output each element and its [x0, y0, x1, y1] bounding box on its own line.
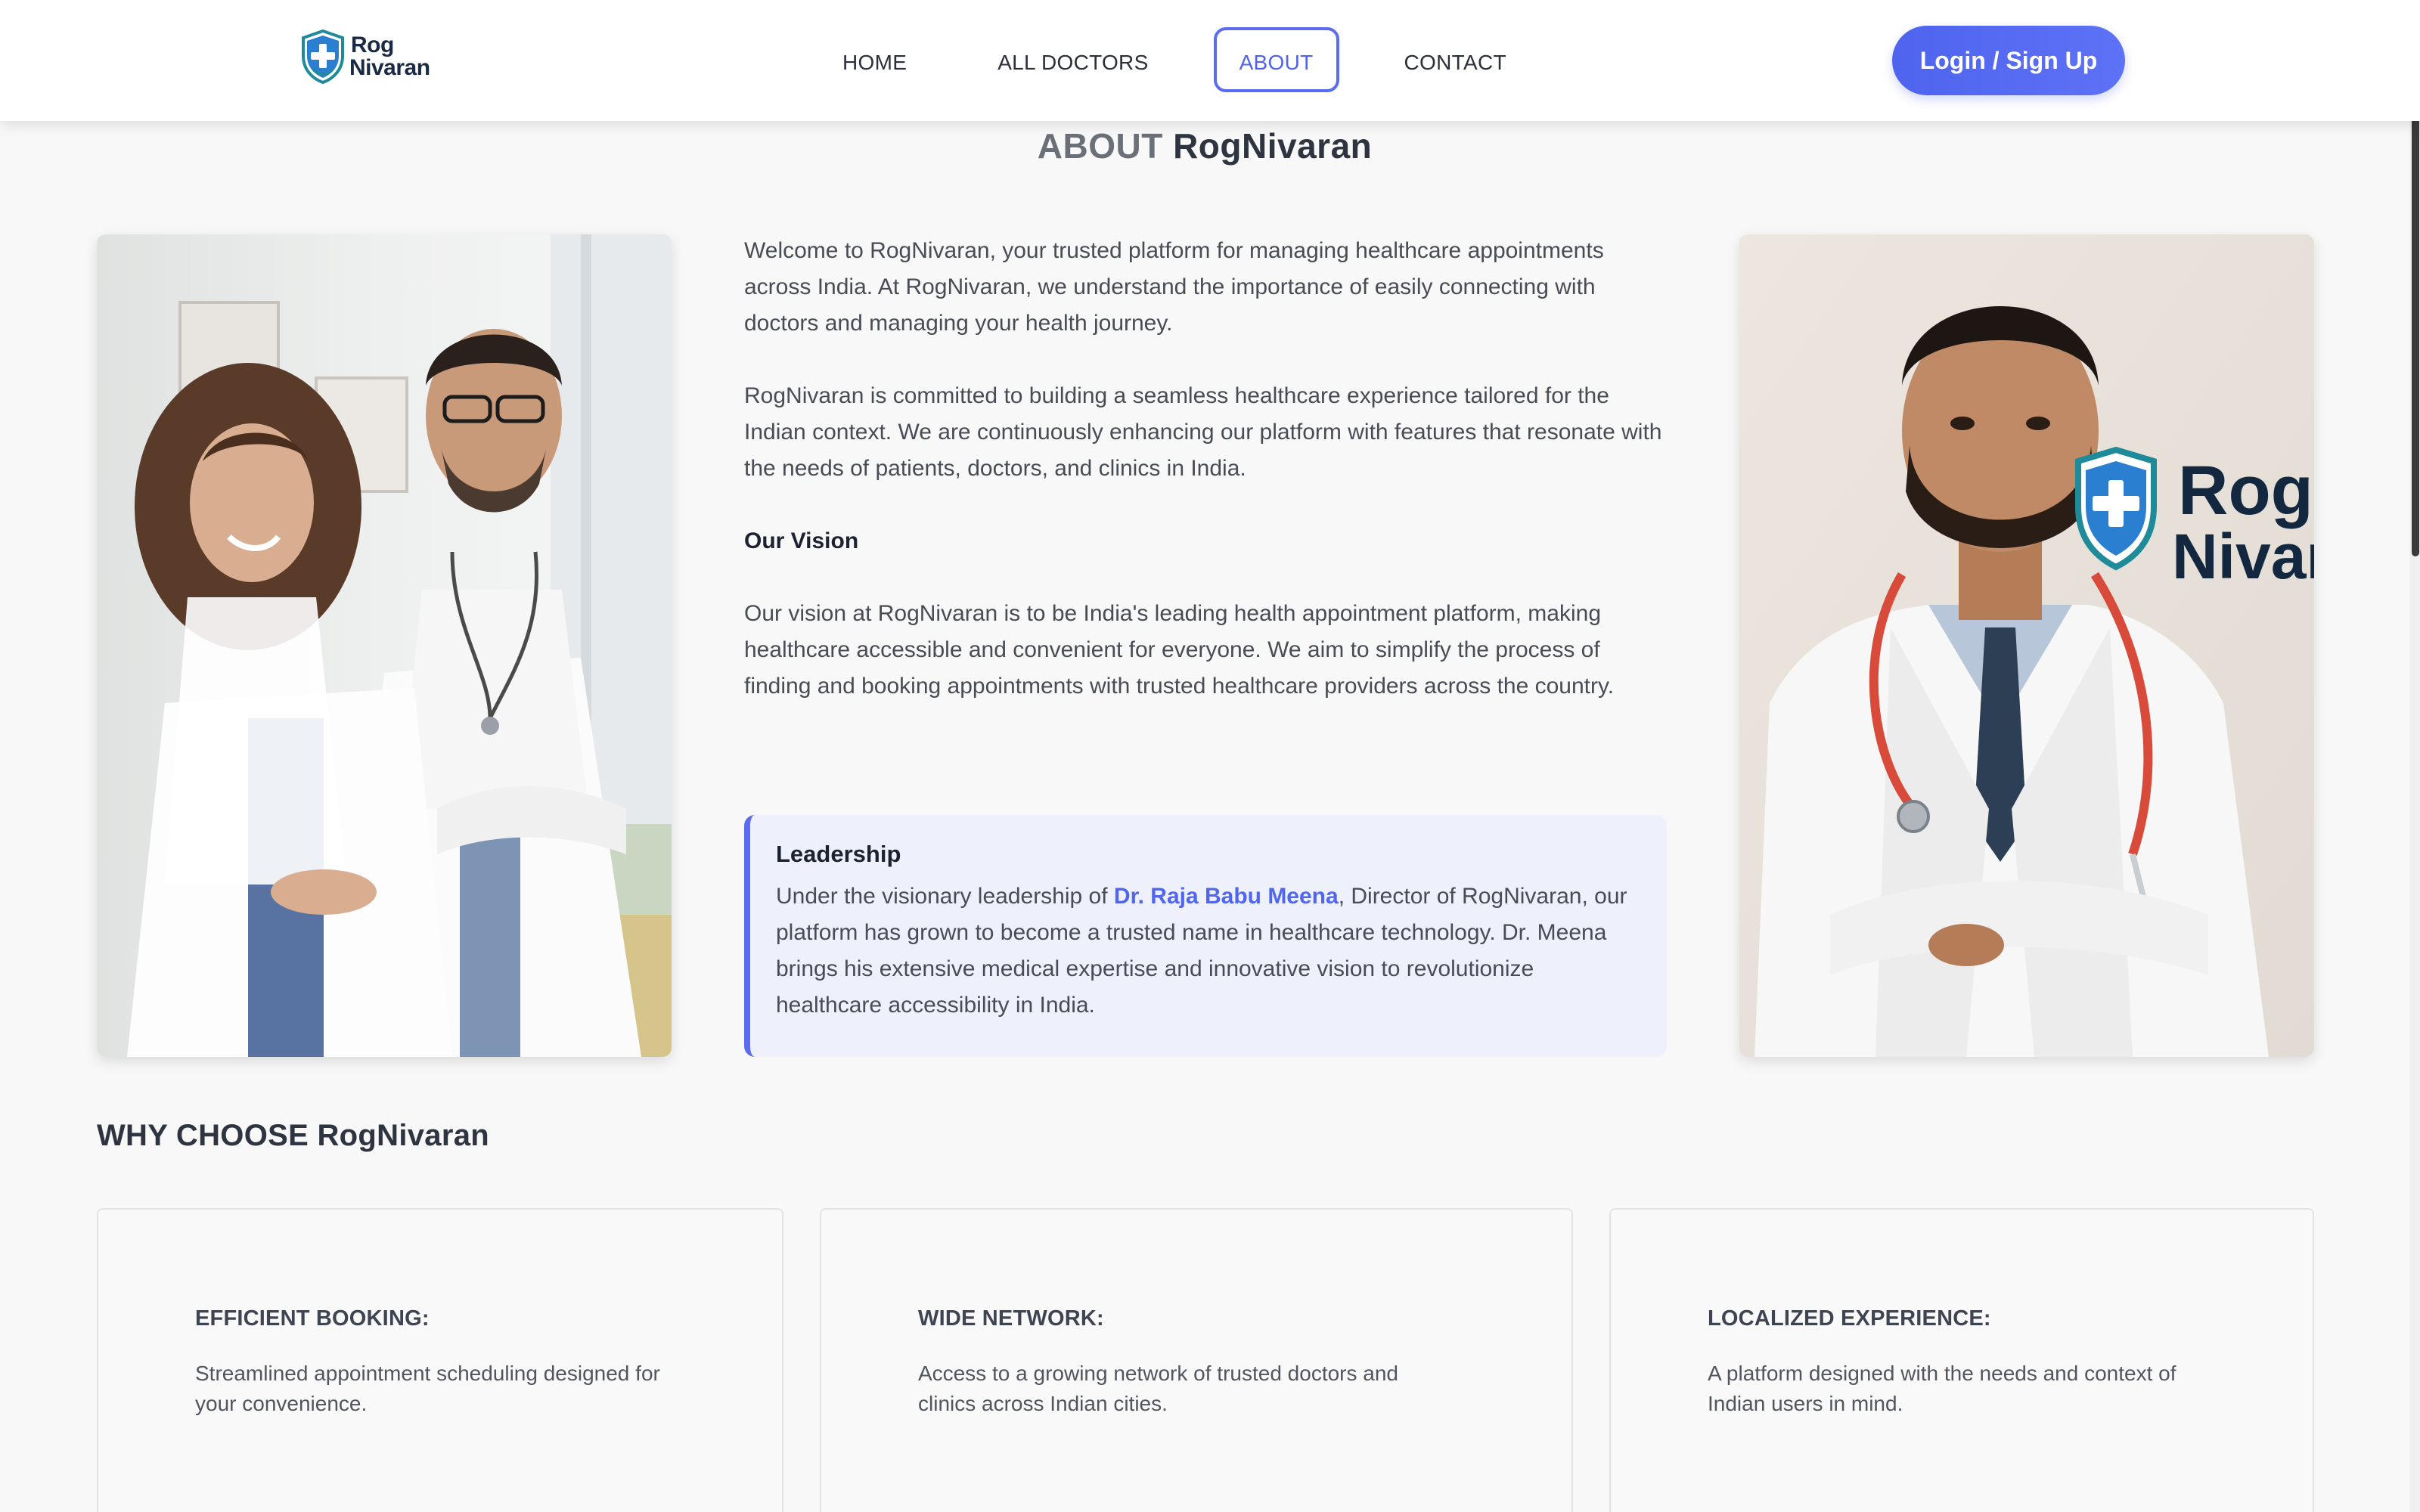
doctors-team-photo [97, 234, 672, 1057]
about-title-brand: RogNivaran [1173, 126, 1373, 166]
main-nav: HOME ALL DOCTORS ABOUT CONTACT [817, 27, 1571, 92]
feature-card-text: Access to a growing network of trusted d… [918, 1362, 1398, 1415]
leadership-box: Leadership Under the visionary leadershi… [744, 815, 1667, 1057]
nav-home[interactable]: HOME [817, 27, 932, 92]
feature-card-efficient-booking[interactable]: EFFICIENT BOOKING: Streamlined appointme… [97, 1208, 783, 1512]
vision-heading: Our Vision [744, 528, 859, 553]
navbar: Rog Nivaran HOME ALL DOCTORS ABOUT CONTA… [0, 0, 2420, 121]
shield-cross-icon [302, 29, 344, 85]
leadership-text: Under the visionary leadership of Dr. Ra… [776, 878, 1637, 1024]
about-intro-paragraph: Welcome to RogNivaran, your trusted plat… [744, 238, 1604, 336]
brand-name-line2: Nivaran [349, 55, 430, 80]
leader-name: Dr. Raja Babu Meena [1113, 884, 1339, 909]
brand-name-line1: Rog [351, 33, 394, 57]
feature-card-text: A platform designed with the needs and c… [1708, 1362, 2176, 1415]
about-title-prefix: ABOUT [1037, 126, 1163, 166]
director-photo: Rog Nivarar [1739, 234, 2314, 1057]
leadership-heading: Leadership [776, 841, 901, 867]
why-choose-title: WHY CHOOSE RogNivaran [97, 1119, 489, 1153]
feature-card-text: Streamlined appointment scheduling desig… [195, 1362, 660, 1415]
feature-card-localized-experience[interactable]: LOCALIZED EXPERIENCE: A platform designe… [1609, 1208, 2314, 1512]
svg-text:Nivarar: Nivarar [2172, 521, 2314, 592]
feature-card-title: LOCALIZED EXPERIENCE: [1708, 1306, 1991, 1331]
leadership-text-before: Under the visionary leadership of [776, 884, 1114, 909]
brand-logo[interactable]: Rog Nivaran [299, 29, 430, 85]
vision-paragraph: Our vision at RogNivaran is to be India'… [744, 601, 1615, 699]
svg-text:Rog: Rog [2178, 452, 2313, 529]
feature-card-wide-network[interactable]: WIDE NETWORK: Access to a growing networ… [820, 1208, 1573, 1512]
nav-about[interactable]: ABOUT [1213, 27, 1339, 92]
nav-all-doctors[interactable]: ALL DOCTORS [972, 27, 1174, 92]
feature-card-title: WIDE NETWORK: [918, 1306, 1104, 1331]
login-signup-button[interactable]: Login / Sign Up [1892, 26, 2125, 95]
feature-card-title: EFFICIENT BOOKING: [195, 1306, 430, 1331]
why-title-prefix: WHY CHOOSE [97, 1119, 309, 1152]
about-commitment-paragraph: RogNivaran is committed to building a se… [744, 383, 1662, 481]
about-text: Welcome to RogNivaran, your trusted plat… [744, 233, 1667, 741]
why-title-brand: RogNivaran [317, 1119, 489, 1152]
about-title: ABOUT RogNivaran [0, 125, 2409, 166]
nav-contact[interactable]: CONTACT [1379, 27, 1532, 92]
